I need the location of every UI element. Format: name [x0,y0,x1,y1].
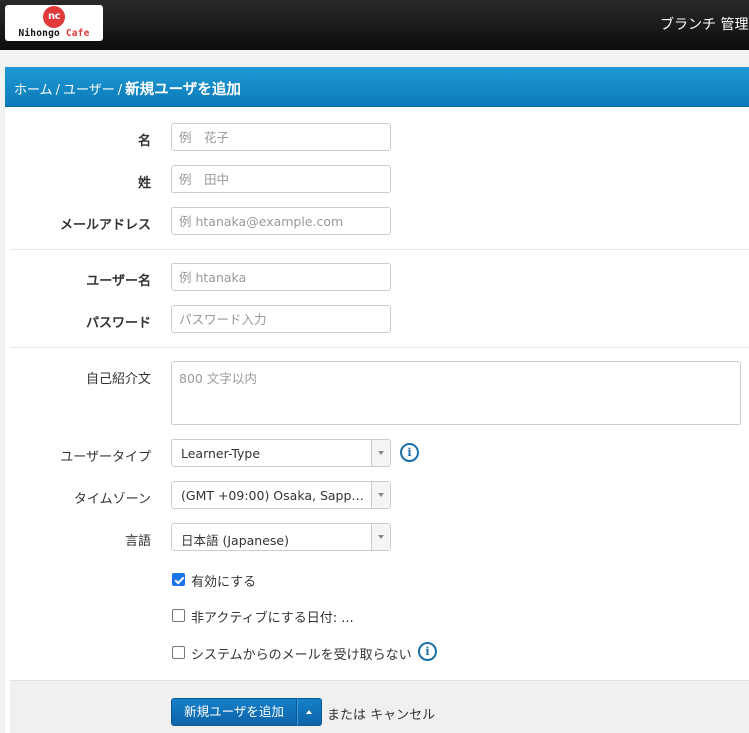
password-input[interactable] [171,305,391,333]
info-icon[interactable]: i [400,443,419,462]
user-type-value: Learner-Type [181,446,261,461]
username-input[interactable] [171,263,391,291]
active-checkbox[interactable] [172,573,185,586]
breadcrumb-separator: / [55,83,61,98]
breadcrumb: ホーム / ユーザー / 新規ユーザを追加 [5,67,749,107]
nihongo-cafe-logo[interactable]: nc Nihongo Cafe [5,5,103,41]
cancel-link[interactable]: キャンセル [370,708,435,723]
top-navigation-bar: nc Nihongo Cafe ブランチ 管理 [0,0,749,50]
deactivate-date-checkbox-label[interactable]: 非アクティブにする日付: ... [191,607,354,626]
language-value: 日本語 (Japanese) [181,533,289,548]
last-name-input[interactable] [171,165,391,193]
or-cancel: または キャンセル [327,704,435,723]
user-type-label: ユーザータイプ [60,450,151,465]
or-text: または [327,708,367,723]
caret-up-icon[interactable] [297,698,322,726]
top-menu-branch-admin[interactable]: ブランチ 管理 [660,14,748,34]
breadcrumb-home-link[interactable]: ホーム [14,83,53,98]
timezone-value: (GMT +09:00) Osaka, Sappor… [181,488,369,503]
logo-text-b: Cafe [65,28,90,39]
email-label: メールアドレス [59,218,151,233]
section-divider [10,347,749,348]
bio-label: 自己紹介文 [85,372,151,387]
page-title: 新規ユーザを追加 [125,82,241,98]
logo-wordmark: Nihongo Cafe [5,28,103,39]
timezone-label: タイムゾーン [73,492,151,507]
bio-textarea[interactable] [171,361,741,425]
no-system-mail-checkbox[interactable] [172,646,185,659]
chevron-down-icon [371,482,390,508]
logo-badge: nc [43,6,65,28]
info-icon[interactable]: i [418,642,437,661]
add-user-panel: ホーム/ユーザー/新規ユーザを追加 名 姓 メールアドレス ユーザー名 パスワー… [5,67,749,733]
deactivate-date-checkbox[interactable] [172,609,185,622]
first-name-input[interactable] [171,123,391,151]
last-name-label: 姓 [137,176,151,191]
active-checkbox-label[interactable]: 有効にする [191,571,256,590]
username-label: ユーザー名 [86,274,151,289]
chevron-down-icon [371,440,390,466]
email-input[interactable] [171,207,391,235]
first-name-label: 名 [137,134,151,149]
user-type-select[interactable]: Learner-Type [171,439,391,467]
logo-text-a: Nihongo [18,28,66,39]
timezone-select[interactable]: (GMT +09:00) Osaka, Sappor… [171,481,391,509]
breadcrumb-users-link[interactable]: ユーザー [63,83,115,98]
section-divider [10,249,749,250]
password-label: パスワード [85,316,151,331]
no-system-mail-checkbox-label[interactable]: システムからのメールを受け取らない [191,644,412,663]
add-user-button[interactable]: 新規ユーザを追加 [171,698,297,726]
chevron-down-icon [371,524,390,550]
language-select[interactable]: 日本語 (Japanese) [171,523,391,551]
breadcrumb-separator: / [117,83,123,98]
language-label: 言語 [124,534,151,549]
